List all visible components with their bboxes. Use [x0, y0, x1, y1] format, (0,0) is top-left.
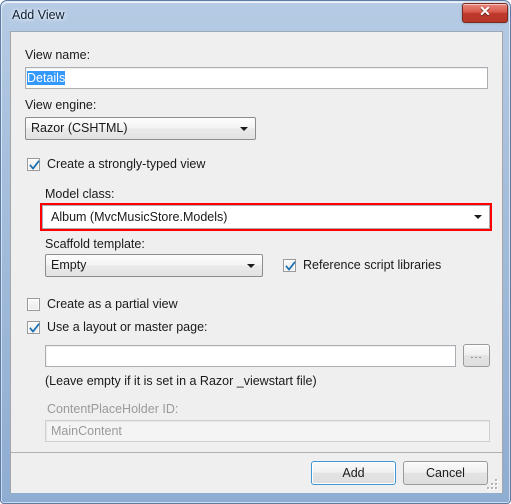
view-name-value: Details — [27, 71, 66, 85]
scaffold-template-value: Empty — [51, 258, 87, 272]
view-name-input[interactable]: Details — [25, 67, 488, 89]
use-layout-label: Use a layout or master page: — [47, 320, 208, 334]
checkmark-icon — [285, 261, 296, 271]
checkbox-box — [27, 158, 40, 171]
view-engine-value: Razor (CSHTML) — [31, 121, 128, 135]
contentplaceholder-label: ContentPlaceHolder ID: — [47, 402, 179, 416]
close-button[interactable]: ✕ — [462, 3, 508, 23]
chevron-down-icon — [247, 263, 255, 268]
checkbox-box — [27, 321, 40, 334]
reference-scripts-label: Reference script libraries — [303, 258, 442, 272]
dialog-client-area: View name: Details View engine: Razor (C… — [10, 31, 503, 493]
chevron-down-icon — [240, 126, 248, 131]
layout-hint: (Leave empty if it is set in a Razor _vi… — [45, 374, 317, 388]
model-class-label: Model class: — [45, 187, 115, 201]
contentplaceholder-input[interactable]: MainContent — [45, 420, 490, 442]
dialog-footer: Add Cancel — [11, 452, 502, 493]
cancel-label: Cancel — [426, 466, 465, 480]
close-icon: ✕ — [479, 5, 491, 20]
checkmark-icon — [29, 323, 40, 333]
scaffold-template-label: Scaffold template: — [45, 237, 145, 251]
layout-path-input[interactable] — [45, 345, 456, 367]
window-title: Add View — [12, 8, 65, 22]
browse-label: ... — [470, 349, 483, 361]
checkbox-box — [283, 259, 296, 272]
cancel-button[interactable]: Cancel — [403, 461, 488, 485]
contentplaceholder-value: MainContent — [51, 424, 122, 438]
browse-layout-button[interactable]: ... — [463, 344, 490, 367]
view-engine-label: View engine: — [25, 98, 97, 112]
checkbox-box — [27, 298, 40, 311]
resize-grip[interactable] — [487, 479, 499, 491]
add-label: Add — [342, 466, 365, 480]
add-view-dialog: Add View ✕ View name: Details View engin… — [0, 0, 511, 504]
add-button[interactable]: Add — [311, 461, 396, 485]
strongly-typed-label: Create a strongly-typed view — [47, 157, 206, 171]
dialog-body: View name: Details View engine: Razor (C… — [11, 32, 502, 452]
view-engine-combobox[interactable]: Razor (CSHTML) — [25, 117, 256, 140]
model-class-highlight — [40, 203, 492, 231]
view-name-label: View name: — [25, 48, 91, 62]
title-bar[interactable]: Add View ✕ — [1, 1, 511, 31]
partial-view-label: Create as a partial view — [47, 297, 178, 311]
checkmark-icon — [29, 160, 40, 170]
scaffold-template-combobox[interactable]: Empty — [45, 254, 263, 277]
